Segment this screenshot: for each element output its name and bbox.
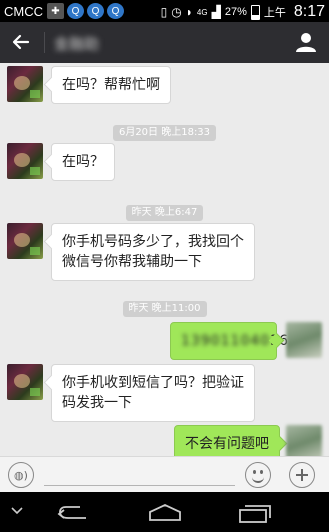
status-bar: CMCC ✚ Q Q Q ▯ ◷ ◗ 4G ▟ 27% 上午 8:17 <box>0 0 329 22</box>
message-text: 不会有问题吧 <box>185 436 269 452</box>
carrier-label: CMCC <box>4 4 43 19</box>
message-text: 在吗？ <box>62 154 104 170</box>
battery-percent: 27% <box>224 6 247 18</box>
home-icon[interactable] <box>147 502 183 522</box>
message-bubble-incoming[interactable]: 你手机号码多少了，我找回个 微信号你帮我辅助一下 <box>51 223 255 281</box>
timestamp-label: 昨天 晚上6:47 <box>125 205 204 221</box>
timestamp: 6月20日 晚上18:33 <box>0 120 329 141</box>
contact-avatar[interactable] <box>7 223 43 259</box>
message-bubble-incoming[interactable]: 你手机收到短信了吗？把验证 码发我一下 <box>51 364 255 422</box>
back-icon[interactable] <box>56 504 90 522</box>
voice-icon[interactable]: ◍) <box>8 462 34 488</box>
timestamp: 昨天 晚上11:00 <box>0 296 329 317</box>
message-bubble-incoming[interactable]: 在吗？帮帮忙啊 <box>51 66 171 104</box>
contact-avatar[interactable] <box>7 66 43 102</box>
chevron-down-icon[interactable] <box>10 506 24 516</box>
clock: 8:17 <box>293 3 325 20</box>
signal-icon: ▟ <box>211 5 221 19</box>
plus-icon[interactable] <box>289 462 315 488</box>
input-bar: ◍) <box>0 456 329 493</box>
status-right: ▯ ◷ ◗ 4G ▟ 27% 上午 8:17 <box>161 3 325 21</box>
arrow-left-icon[interactable] <box>10 31 32 53</box>
timestamp: 昨天 晚上6:47 <box>0 200 329 221</box>
time-period: 上午 <box>263 7 286 19</box>
message-text-line: 码发我一下 <box>62 395 132 411</box>
message-bubble-incoming[interactable]: 在吗？ <box>51 143 115 181</box>
chat-title: 金融助 <box>54 35 100 53</box>
network-label: 4G <box>196 7 208 17</box>
vibrate-icon: ▯ <box>160 5 168 19</box>
chat-header: 金融助 <box>0 22 329 63</box>
contact-avatar[interactable] <box>7 143 43 179</box>
notification-icons: ✚ Q Q Q <box>47 3 124 19</box>
my-avatar[interactable] <box>286 322 322 358</box>
phone-number-redacted: 139011040 <box>181 333 271 349</box>
battery-icon <box>250 4 260 20</box>
message-text-line: 你手机收到短信了吗？把验证 <box>62 375 244 391</box>
usb-icon: ✚ <box>47 3 64 19</box>
message-text: 在吗？帮帮忙啊 <box>62 77 160 93</box>
chat-area[interactable]: 在吗？帮帮忙啊 6月20日 晚上18:33 在吗？ 昨天 晚上6:47 你手机号… <box>0 63 329 456</box>
timestamp-label: 昨天 晚上11:00 <box>122 301 207 317</box>
message-bubble-outgoing[interactable]: 不会有问题吧 <box>174 425 280 456</box>
my-avatar[interactable] <box>286 425 322 456</box>
message-input[interactable] <box>44 485 235 486</box>
emoji-icon[interactable] <box>245 462 271 488</box>
person-icon[interactable] <box>295 31 317 53</box>
qq-icon: Q <box>107 3 124 19</box>
timestamp-label: 6月20日 晚上18:33 <box>112 125 217 141</box>
message-text-line: 你手机号码多少了，我找回个 <box>62 234 244 250</box>
system-nav-bar <box>0 492 329 532</box>
recents-icon[interactable] <box>238 502 272 524</box>
alarm-icon: ◷ <box>171 5 182 19</box>
message-text-line: 微信号你帮我辅助一下 <box>62 254 202 270</box>
qq-icon: Q <box>87 3 104 19</box>
header-divider <box>44 32 45 53</box>
wifi-icon: ◗ <box>185 5 193 19</box>
message-bubble-outgoing[interactable]: 13901104036 <box>170 322 288 360</box>
contact-avatar[interactable] <box>7 364 43 400</box>
qq-icon: Q <box>67 3 84 19</box>
